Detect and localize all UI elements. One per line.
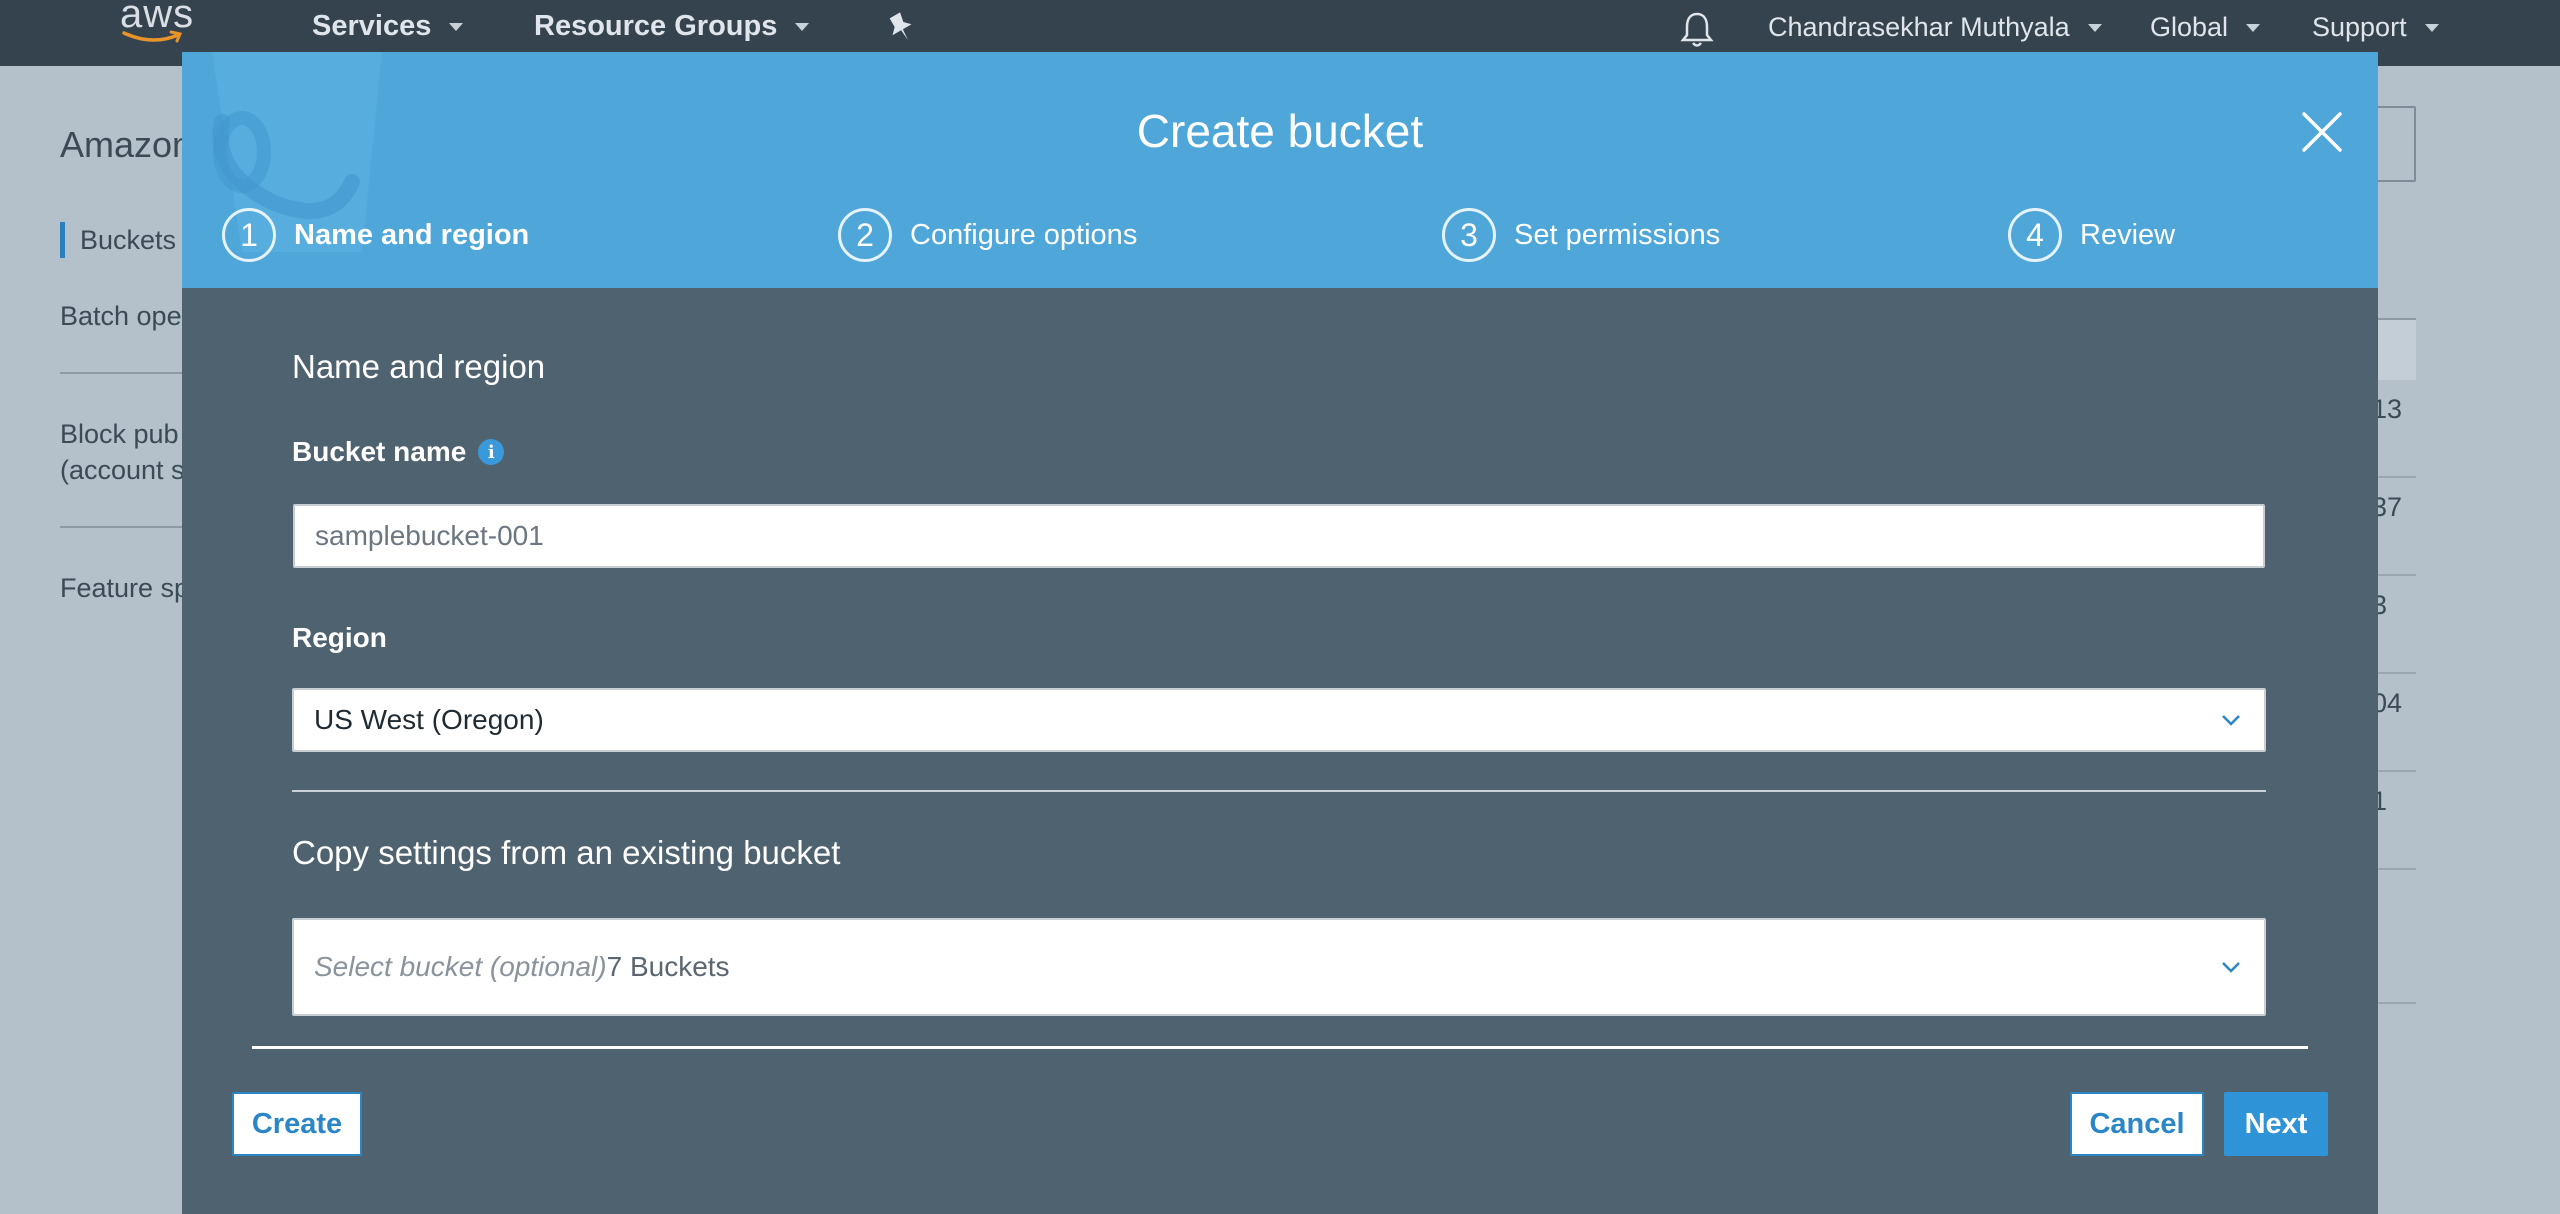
region-select[interactable]: US West (Oregon) [292, 688, 2266, 752]
aws-logo[interactable]: aws [120, 0, 200, 52]
page-title: Amazon [60, 124, 193, 165]
pin-icon[interactable] [884, 10, 918, 51]
copy-bucket-placeholder: Select bucket (optional) [314, 951, 607, 982]
sidebar-divider [60, 526, 200, 528]
chevron-down-icon [2087, 23, 2102, 32]
copy-settings-title: Copy settings from an existing bucket [292, 834, 841, 871]
create-button[interactable]: Create [232, 1092, 362, 1156]
user-menu[interactable]: Chandrasekhar Muthyala [1768, 12, 2102, 43]
cancel-button[interactable]: Cancel [2070, 1092, 2204, 1156]
sidebar-item-buckets[interactable]: Buckets [80, 222, 176, 258]
services-menu[interactable]: Services [312, 10, 464, 43]
bucket-name-label-text: Bucket name [292, 436, 467, 467]
region-select-value: US West (Oregon) [314, 704, 544, 735]
next-button[interactable]: Next [2224, 1092, 2328, 1156]
region-menu[interactable]: Global [2150, 12, 2261, 43]
resource-groups-label: Resource Groups [534, 10, 778, 42]
section-title: Name and region [292, 348, 546, 385]
region-menu-label: Global [2150, 12, 2229, 42]
copy-bucket-count: 7 Buckets [606, 951, 730, 982]
sidebar-item-block-public[interactable]: Block pub [60, 416, 179, 452]
step-number: 4 [2008, 208, 2062, 262]
step-set-permissions[interactable]: 3 Set permissions [1442, 208, 1720, 262]
create-bucket-modal: Create bucket 1 Name and region 2 Config… [182, 52, 2378, 1214]
section-divider [292, 790, 2266, 792]
modal-header: Create bucket 1 Name and region 2 Config… [182, 52, 2378, 288]
step-label: Configure options [910, 218, 1138, 251]
copy-bucket-select[interactable]: Select bucket (optional) 7 Buckets [292, 918, 2266, 1016]
sidebar-item-feature-spotlight[interactable]: Feature sp [60, 570, 189, 606]
sidebar-item-batch-operations[interactable]: Batch ope [60, 298, 182, 334]
user-label: Chandrasekhar Muthyala [1768, 12, 2070, 42]
chevron-down-icon [2424, 23, 2439, 32]
info-icon[interactable]: i [478, 439, 505, 465]
sidebar-divider [60, 372, 200, 374]
chevron-down-icon [2222, 962, 2240, 973]
step-label: Review [2080, 218, 2176, 251]
footer-divider [252, 1046, 2308, 1049]
region-label: Region [292, 622, 387, 653]
step-configure-options[interactable]: 2 Configure options [838, 208, 1137, 262]
step-name-and-region[interactable]: 1 Name and region [222, 208, 529, 262]
step-number: 1 [222, 208, 276, 262]
chevron-down-icon [2222, 715, 2240, 726]
support-label: Support [2312, 12, 2407, 42]
bucket-name-input[interactable] [293, 504, 2265, 568]
sidebar-item-account-settings[interactable]: (account s [60, 452, 185, 488]
services-label: Services [312, 10, 432, 42]
chevron-down-icon [2246, 23, 2261, 32]
step-number: 2 [838, 208, 892, 262]
modal-title: Create bucket [1136, 105, 1424, 157]
chevron-down-icon [449, 22, 464, 31]
step-review[interactable]: 4 Review [2008, 208, 2175, 262]
bucket-name-label: Bucket name i [292, 436, 505, 468]
step-label: Set permissions [1514, 218, 1721, 251]
step-number: 3 [1442, 208, 1496, 262]
aws-smile-icon [122, 30, 183, 43]
bell-icon[interactable] [1680, 10, 1714, 55]
active-indicator [60, 222, 65, 258]
close-icon[interactable] [2298, 108, 2346, 156]
resource-groups-menu[interactable]: Resource Groups [534, 10, 810, 43]
step-label: Name and region [294, 218, 530, 251]
chevron-down-icon [795, 22, 810, 31]
support-menu[interactable]: Support [2312, 12, 2439, 43]
